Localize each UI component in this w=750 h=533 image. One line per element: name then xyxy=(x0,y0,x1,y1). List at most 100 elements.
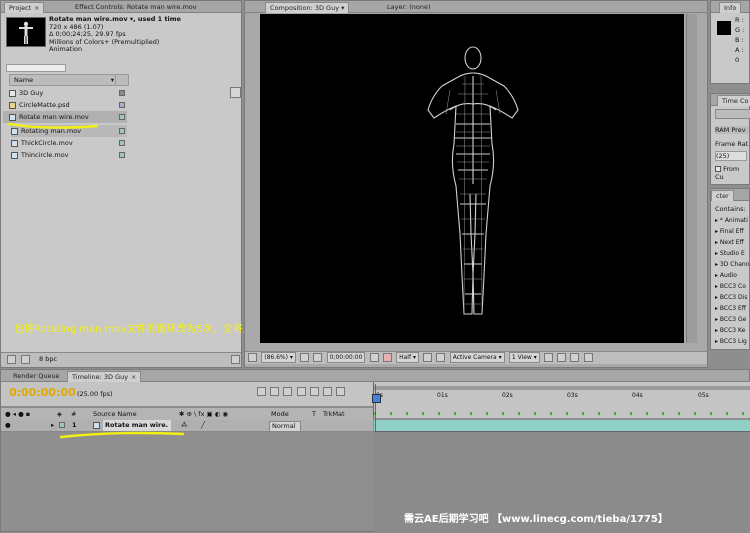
label-swatch[interactable] xyxy=(119,140,125,146)
fast-previews-icon[interactable] xyxy=(557,353,567,362)
quality-switch-icon[interactable]: ╱ xyxy=(201,420,205,431)
tab-render-queue[interactable]: Render Queue xyxy=(9,371,64,381)
new-folder-icon[interactable] xyxy=(21,355,30,364)
shy-layers-icon[interactable] xyxy=(296,387,306,396)
tab-effects[interactable]: cter xyxy=(711,190,734,201)
color-preview-swatch xyxy=(717,21,731,35)
label-column-header[interactable] xyxy=(115,74,129,86)
comp-tab-bar: Composition: 3D Guy ▾ Layer: (none) xyxy=(245,1,707,13)
footage-info: Rotate man wire.mov ▾, used 1 time 720 x… xyxy=(49,15,239,54)
visibility-icon[interactable]: ● xyxy=(5,420,11,431)
list-item[interactable]: Thincircle.mov xyxy=(11,149,127,161)
search-field[interactable] xyxy=(6,64,66,72)
effect-category[interactable]: ▸ BCC3 Dis xyxy=(713,292,750,303)
show-channel-icon[interactable] xyxy=(382,353,392,362)
tab-project[interactable]: Project × xyxy=(4,2,45,13)
region-of-interest-icon[interactable] xyxy=(423,353,433,362)
effect-category[interactable]: ▸ Studio E xyxy=(713,248,750,259)
expand-arrow-icon[interactable]: ▸ xyxy=(51,420,54,431)
composition-panel: Composition: 3D Guy ▾ Layer: (none) (86.… xyxy=(244,0,708,368)
work-area-bar[interactable] xyxy=(374,386,750,390)
source-name-column-header[interactable]: Source Name xyxy=(93,408,137,420)
interpret-footage-icon[interactable] xyxy=(7,355,16,364)
footage-thumbnail xyxy=(6,17,46,47)
checkbox-icon[interactable] xyxy=(715,166,721,172)
tab-effect-controls[interactable]: Effect Controls: Rotate man wire.mov xyxy=(71,2,201,12)
tab-composition[interactable]: Composition: 3D Guy ▾ xyxy=(265,2,350,13)
av-switch-icons: ● ◂ ● ▪ xyxy=(5,410,31,418)
safe-zones-icon[interactable] xyxy=(300,353,310,362)
label-swatch[interactable] xyxy=(119,128,125,134)
comp-flowchart-icon[interactable] xyxy=(583,353,593,362)
close-icon[interactable]: × xyxy=(131,374,136,381)
label-swatch[interactable] xyxy=(119,102,125,108)
effect-category[interactable]: ▸ BCC3 Ge xyxy=(713,314,750,325)
tab-time-controls[interactable]: Time Co xyxy=(717,95,750,106)
comp-viewer[interactable] xyxy=(260,14,684,343)
label-swatch[interactable] xyxy=(119,114,125,120)
motion-blur-icon[interactable] xyxy=(323,387,333,396)
effect-category[interactable]: ▸ BCC3 Co xyxy=(713,281,750,292)
resolution-dropdown[interactable]: Half ▾ xyxy=(396,352,419,363)
mask-view-icon[interactable] xyxy=(313,353,323,362)
timeline-icon[interactable] xyxy=(570,353,580,362)
close-icon[interactable]: × xyxy=(34,5,39,12)
tick-05s: 05s xyxy=(698,392,709,399)
name-column-header[interactable]: Name ▾ xyxy=(9,74,119,86)
trkmat-column-header: TrkMat xyxy=(323,410,345,418)
view-layout-dropdown[interactable]: 1 View ▾ xyxy=(508,352,540,363)
toggle-pixel-aspect-icon[interactable] xyxy=(544,353,553,362)
mode-dropdown[interactable]: Normal xyxy=(269,421,301,432)
current-time-head-icon[interactable] xyxy=(372,394,381,403)
current-time-field[interactable]: 0;00:00:00 xyxy=(326,352,366,363)
effect-category[interactable]: ▸ BCC3 Ke xyxy=(713,325,750,336)
label-swatch[interactable] xyxy=(119,90,125,96)
label-swatch[interactable] xyxy=(119,152,125,158)
list-item[interactable]: 3D Guy xyxy=(9,87,241,99)
effect-category[interactable]: ▸ BCC3 Lig xyxy=(713,336,750,347)
project-bottom-bar: 8 bpc xyxy=(1,352,241,367)
timeline-timecode[interactable]: 0:00:00:00 xyxy=(9,386,76,399)
effect-category[interactable]: ▸ Next Eff xyxy=(713,237,750,248)
effect-category[interactable]: ▸ Final Eff xyxy=(713,226,750,237)
viewer-scrollbar-right[interactable] xyxy=(686,14,697,343)
scroll-icon[interactable] xyxy=(230,87,241,98)
list-item[interactable]: CircleMatte.psd xyxy=(9,99,241,111)
camera-dropdown[interactable]: Active Camera ▾ xyxy=(449,352,505,363)
zoom-dropdown[interactable]: (86.6%) ▾ xyxy=(261,352,296,363)
timeline-switch-icons xyxy=(257,387,347,396)
tab-info[interactable]: Info xyxy=(719,2,742,13)
snapshot-icon[interactable] xyxy=(369,353,379,362)
frame-blending-icon[interactable] xyxy=(309,387,319,396)
contains-label: Contains: xyxy=(715,205,746,213)
time-ruler[interactable]: 0s 01s 02s 03s 04s 05s xyxy=(373,382,750,418)
list-item[interactable]: ThickCircle.mov xyxy=(11,137,127,149)
layer-duration-bar[interactable] xyxy=(374,420,750,432)
effects-list: ▸ * Animati ▸ Final Eff ▸ Next Eff ▸ Stu… xyxy=(713,215,750,347)
from-current-checkbox[interactable]: From Cu xyxy=(715,165,749,181)
timeline-fps: (25.00 fps) xyxy=(77,390,113,398)
effects-presets-panel: cter Contains: ▸ * Animati ▸ Final Eff ▸… xyxy=(710,188,750,350)
tab-layer[interactable]: Layer: (none) xyxy=(383,2,435,12)
effect-category[interactable]: ▸ BCC3 Eff xyxy=(713,303,750,314)
tab-timeline[interactable]: Timeline: 3D Guy × xyxy=(67,371,142,382)
viewer-toolbar: (86.6%) ▾ 0;00:00:00 Half ▾ Active Camer… xyxy=(245,351,707,364)
graph-editor-icon[interactable] xyxy=(336,387,346,396)
effect-category[interactable]: ▸ 3D Chann xyxy=(713,259,750,270)
footage-icon xyxy=(11,139,18,147)
transparency-grid-icon[interactable] xyxy=(436,353,446,362)
bpc-label[interactable]: 8 bpc xyxy=(39,355,57,363)
effect-category[interactable]: ▸ Audio xyxy=(713,270,750,281)
trash-icon[interactable] xyxy=(231,355,240,364)
label-header-icon: ◈ xyxy=(57,410,62,418)
frame-rate-field[interactable]: (25) xyxy=(715,151,747,161)
always-preview-icon[interactable] xyxy=(248,353,257,362)
timeline-tab-bar: Render Queue Timeline: 3D Guy × xyxy=(1,370,749,382)
channel-readout: R : G : B : A : 0 xyxy=(735,16,745,64)
comp-mini-flowchart-icon[interactable] xyxy=(257,387,266,396)
ram-preview-dropdown[interactable]: RAM Prev xyxy=(715,126,749,134)
playback-controls xyxy=(715,109,750,119)
draft-3d-icon[interactable] xyxy=(283,387,293,396)
live-update-icon[interactable] xyxy=(270,387,280,396)
effect-category[interactable]: ▸ * Animati xyxy=(713,215,750,226)
